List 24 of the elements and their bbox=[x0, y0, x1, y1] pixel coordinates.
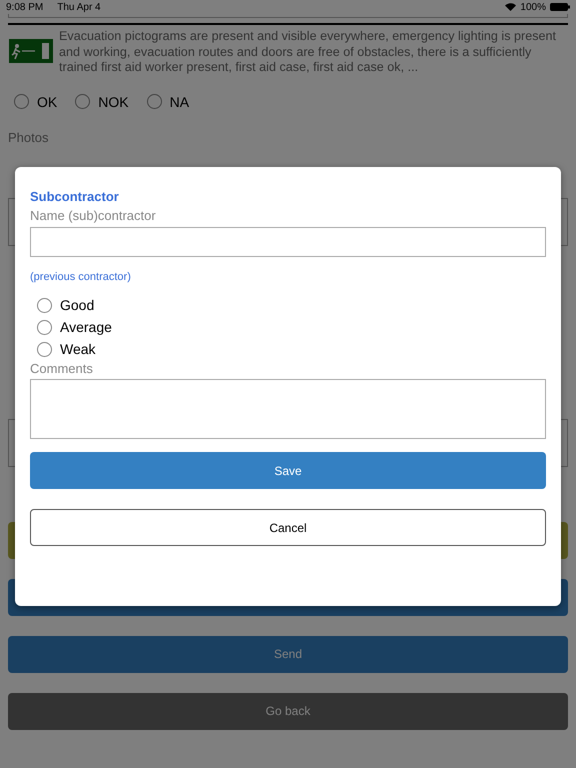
status-date: Thu Apr 4 bbox=[57, 2, 101, 12]
exit-sign-icon bbox=[9, 39, 53, 63]
battery-icon bbox=[550, 3, 570, 11]
page-button[interactable]: Send bbox=[8, 636, 568, 673]
option-radio[interactable]: NA bbox=[146, 94, 190, 110]
page-button[interactable]: Go back bbox=[8, 692, 568, 730]
name-input-field[interactable] bbox=[30, 227, 546, 257]
photos-label: Photos bbox=[7, 128, 50, 145]
option-radio[interactable]: NOK bbox=[75, 94, 129, 110]
comments-field[interactable] bbox=[30, 379, 546, 439]
rating-radio[interactable]: Weak bbox=[37, 341, 546, 357]
cancel-button[interactable]: Cancel bbox=[30, 509, 546, 546]
previous-contractor-link[interactable]: (previous contractor) bbox=[30, 271, 131, 283]
comments-label: Comments bbox=[30, 361, 94, 376]
save-button[interactable]: Save bbox=[30, 452, 546, 489]
name-label: Name (sub)contractor bbox=[30, 208, 157, 223]
rating-radio[interactable]: Good bbox=[37, 297, 546, 313]
battery-percent: 100% bbox=[520, 2, 546, 12]
wifi-icon bbox=[505, 3, 516, 11]
status-time: 9:08 PM bbox=[6, 2, 44, 12]
dialog-title: Subcontractor bbox=[30, 189, 120, 204]
rating-radio[interactable]: Average bbox=[37, 319, 546, 335]
option-radio[interactable]: OK bbox=[14, 94, 58, 110]
checklist-item-text: Evacuation pictograms are present and visible everywhere, emergency lighting is present and working, evacuation routes and doors are free of obstacles, there is a sufficiently trained first aid worker present, first aid case, first aid case ok, ... bbox=[59, 29, 558, 76]
